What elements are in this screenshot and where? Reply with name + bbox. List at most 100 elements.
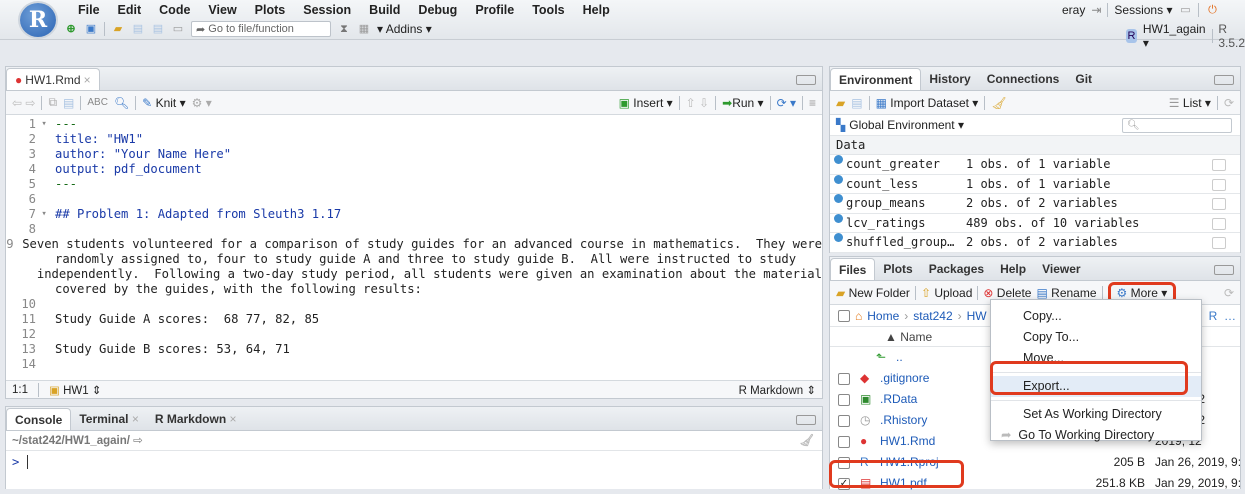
project-icon[interactable]: R … — [1209, 309, 1236, 323]
fold-icon[interactable] — [36, 342, 50, 357]
file-checkbox[interactable] — [838, 435, 850, 448]
menu-edit[interactable]: Edit — [118, 3, 142, 19]
rename-button[interactable]: ▤ Rename — [1036, 286, 1096, 300]
expand-icon[interactable] — [834, 233, 843, 242]
menu-copy-to[interactable]: Copy To... — [991, 327, 1201, 348]
broom-icon[interactable]: 🧹︎ — [991, 96, 1006, 110]
menu-copy[interactable]: Copy... — [991, 306, 1201, 327]
env-row[interactable]: group_means 2 obs. of 2 variables — [830, 194, 1240, 214]
fold-icon[interactable] — [36, 162, 50, 177]
menu-file[interactable]: File — [78, 3, 100, 19]
menu-code[interactable]: Code — [159, 3, 190, 19]
tab-help[interactable]: Help — [992, 258, 1034, 280]
fold-icon[interactable] — [36, 177, 50, 192]
find-icon[interactable]: 🔍︎ — [114, 96, 129, 110]
file-checkbox[interactable] — [838, 393, 850, 406]
tab-history[interactable]: History — [921, 68, 978, 90]
expand-icon[interactable] — [834, 194, 843, 203]
settings-gear-icon[interactable]: ⚙ ▾ — [192, 96, 212, 110]
tab-packages[interactable]: Packages — [921, 258, 992, 280]
menu-view[interactable]: View — [208, 3, 236, 19]
refresh-icon[interactable]: ⟳ — [1224, 286, 1234, 300]
menu-build[interactable]: Build — [369, 3, 400, 19]
sessions-menu[interactable]: Sessions ▾ — [1114, 3, 1172, 17]
tab-files[interactable]: Files — [830, 258, 876, 280]
rerun-icon[interactable]: ⟳ ▾ — [777, 96, 796, 110]
save-all-icon[interactable]: ▤ — [151, 22, 165, 36]
view-table-icon[interactable] — [1212, 237, 1226, 249]
menu-session[interactable]: Session — [303, 3, 351, 19]
console-input[interactable]: > — [6, 451, 822, 473]
env-row[interactable]: count_less 1 obs. of 1 variable — [830, 174, 1240, 194]
fold-icon[interactable] — [36, 357, 50, 372]
file-checkbox[interactable] — [838, 372, 850, 385]
save-icon[interactable]: ▤ — [851, 96, 862, 110]
view-table-icon[interactable] — [1212, 217, 1226, 230]
crumb-current[interactable]: HW — [967, 309, 987, 323]
tab-plots[interactable]: Plots — [875, 258, 920, 280]
git-icon[interactable]: ⧗ — [337, 22, 351, 36]
close-icon[interactable]: × — [84, 73, 91, 87]
fold-icon[interactable] — [36, 147, 50, 162]
run-button[interactable]: ➡Run ▾ — [722, 96, 763, 110]
view-table-icon[interactable] — [1212, 198, 1226, 210]
addins-menu[interactable]: ▾ Addins ▾ — [377, 22, 432, 36]
col-name[interactable]: ▲ Name — [885, 330, 932, 344]
menu-plots[interactable]: Plots — [255, 3, 286, 19]
file-checkbox[interactable] — [838, 414, 850, 427]
fold-icon[interactable] — [36, 327, 50, 342]
file-type[interactable]: R Markdown ⇕ — [739, 383, 816, 397]
menu-profile[interactable]: Profile — [475, 3, 514, 19]
view-table-icon[interactable] — [1212, 159, 1226, 171]
fold-icon[interactable] — [36, 222, 50, 237]
knit-button[interactable]: ✎ Knit ▾ — [142, 96, 185, 110]
expand-icon[interactable] — [834, 155, 843, 164]
minimize-maximize-icon[interactable] — [1214, 265, 1234, 275]
crumb-stat242[interactable]: stat242 — [913, 309, 952, 323]
close-icon[interactable]: × — [230, 412, 237, 426]
env-search-input[interactable]: 🔍︎ — [1122, 117, 1232, 133]
tab-git[interactable]: Git — [1067, 68, 1100, 90]
fold-icon[interactable] — [36, 132, 50, 147]
fold-icon[interactable]: ▾ — [36, 207, 50, 222]
expand-icon[interactable] — [834, 213, 843, 223]
new-folder-button[interactable]: ▰ New Folder — [836, 286, 910, 300]
env-row[interactable]: count_greater 1 obs. of 1 variable — [830, 155, 1240, 175]
tab-hw1-rmd[interactable]: ● HW1.Rmd × — [6, 68, 100, 90]
show-in-window-icon[interactable]: ⧉ — [48, 95, 57, 110]
delete-button[interactable]: ⊗ Delete — [983, 286, 1031, 300]
new-file-icon[interactable]: ⊕ — [64, 22, 78, 36]
env-row[interactable]: shuffled_group… 2 obs. of 2 variables — [830, 233, 1240, 253]
menu-goto-working-dir[interactable]: ➦ Go To Working Directory — [991, 425, 1201, 446]
goto-file-input[interactable]: ➦ Go to file/function — [191, 21, 331, 37]
new-project-icon[interactable]: ▣ — [84, 22, 98, 36]
back-forward-icon[interactable]: ⇦ ⇨ — [12, 96, 35, 110]
menu-tools[interactable]: Tools — [532, 3, 564, 19]
tab-terminal[interactable]: Terminal × — [71, 408, 146, 430]
tab-environment[interactable]: Environment — [830, 68, 922, 90]
insert-button[interactable]: ▣ Insert ▾ — [619, 96, 673, 110]
spellcheck-icon[interactable]: ABC — [87, 97, 108, 108]
minimize-maximize-icon[interactable] — [1214, 75, 1234, 85]
menu-help[interactable]: Help — [583, 3, 610, 19]
environment-scope[interactable]: Global Environment ▾ — [849, 118, 964, 132]
upload-button[interactable]: ⇧ Upload — [921, 286, 972, 300]
tab-r-markdown[interactable]: R Markdown × — [147, 408, 245, 430]
env-row[interactable]: lcv_ratings 489 obs. of 10 variables — [830, 213, 1240, 233]
close-icon[interactable]: × — [132, 412, 139, 426]
select-all-checkbox[interactable] — [838, 309, 850, 322]
view-table-icon[interactable] — [1212, 178, 1226, 191]
chunk-nav-icon[interactable]: ⇧ ⇩ — [686, 96, 709, 110]
minimize-maximize-icon[interactable] — [796, 415, 816, 425]
crumb-home[interactable]: Home — [867, 309, 899, 323]
fold-icon[interactable]: ▾ — [36, 117, 50, 132]
outline-icon[interactable]: ≡ — [809, 96, 816, 110]
power-icon[interactable]: ⏻ — [1205, 3, 1219, 17]
expand-icon[interactable] — [834, 174, 843, 184]
open-icon[interactable]: ▰ — [836, 96, 845, 110]
fold-icon[interactable] — [36, 297, 50, 312]
print-icon[interactable]: ▭ — [171, 22, 185, 36]
open-file-icon[interactable]: ▰ — [111, 22, 125, 36]
grid-layout-icon[interactable]: ▦ — [357, 22, 371, 36]
minimize-maximize-icon[interactable] — [796, 75, 816, 85]
